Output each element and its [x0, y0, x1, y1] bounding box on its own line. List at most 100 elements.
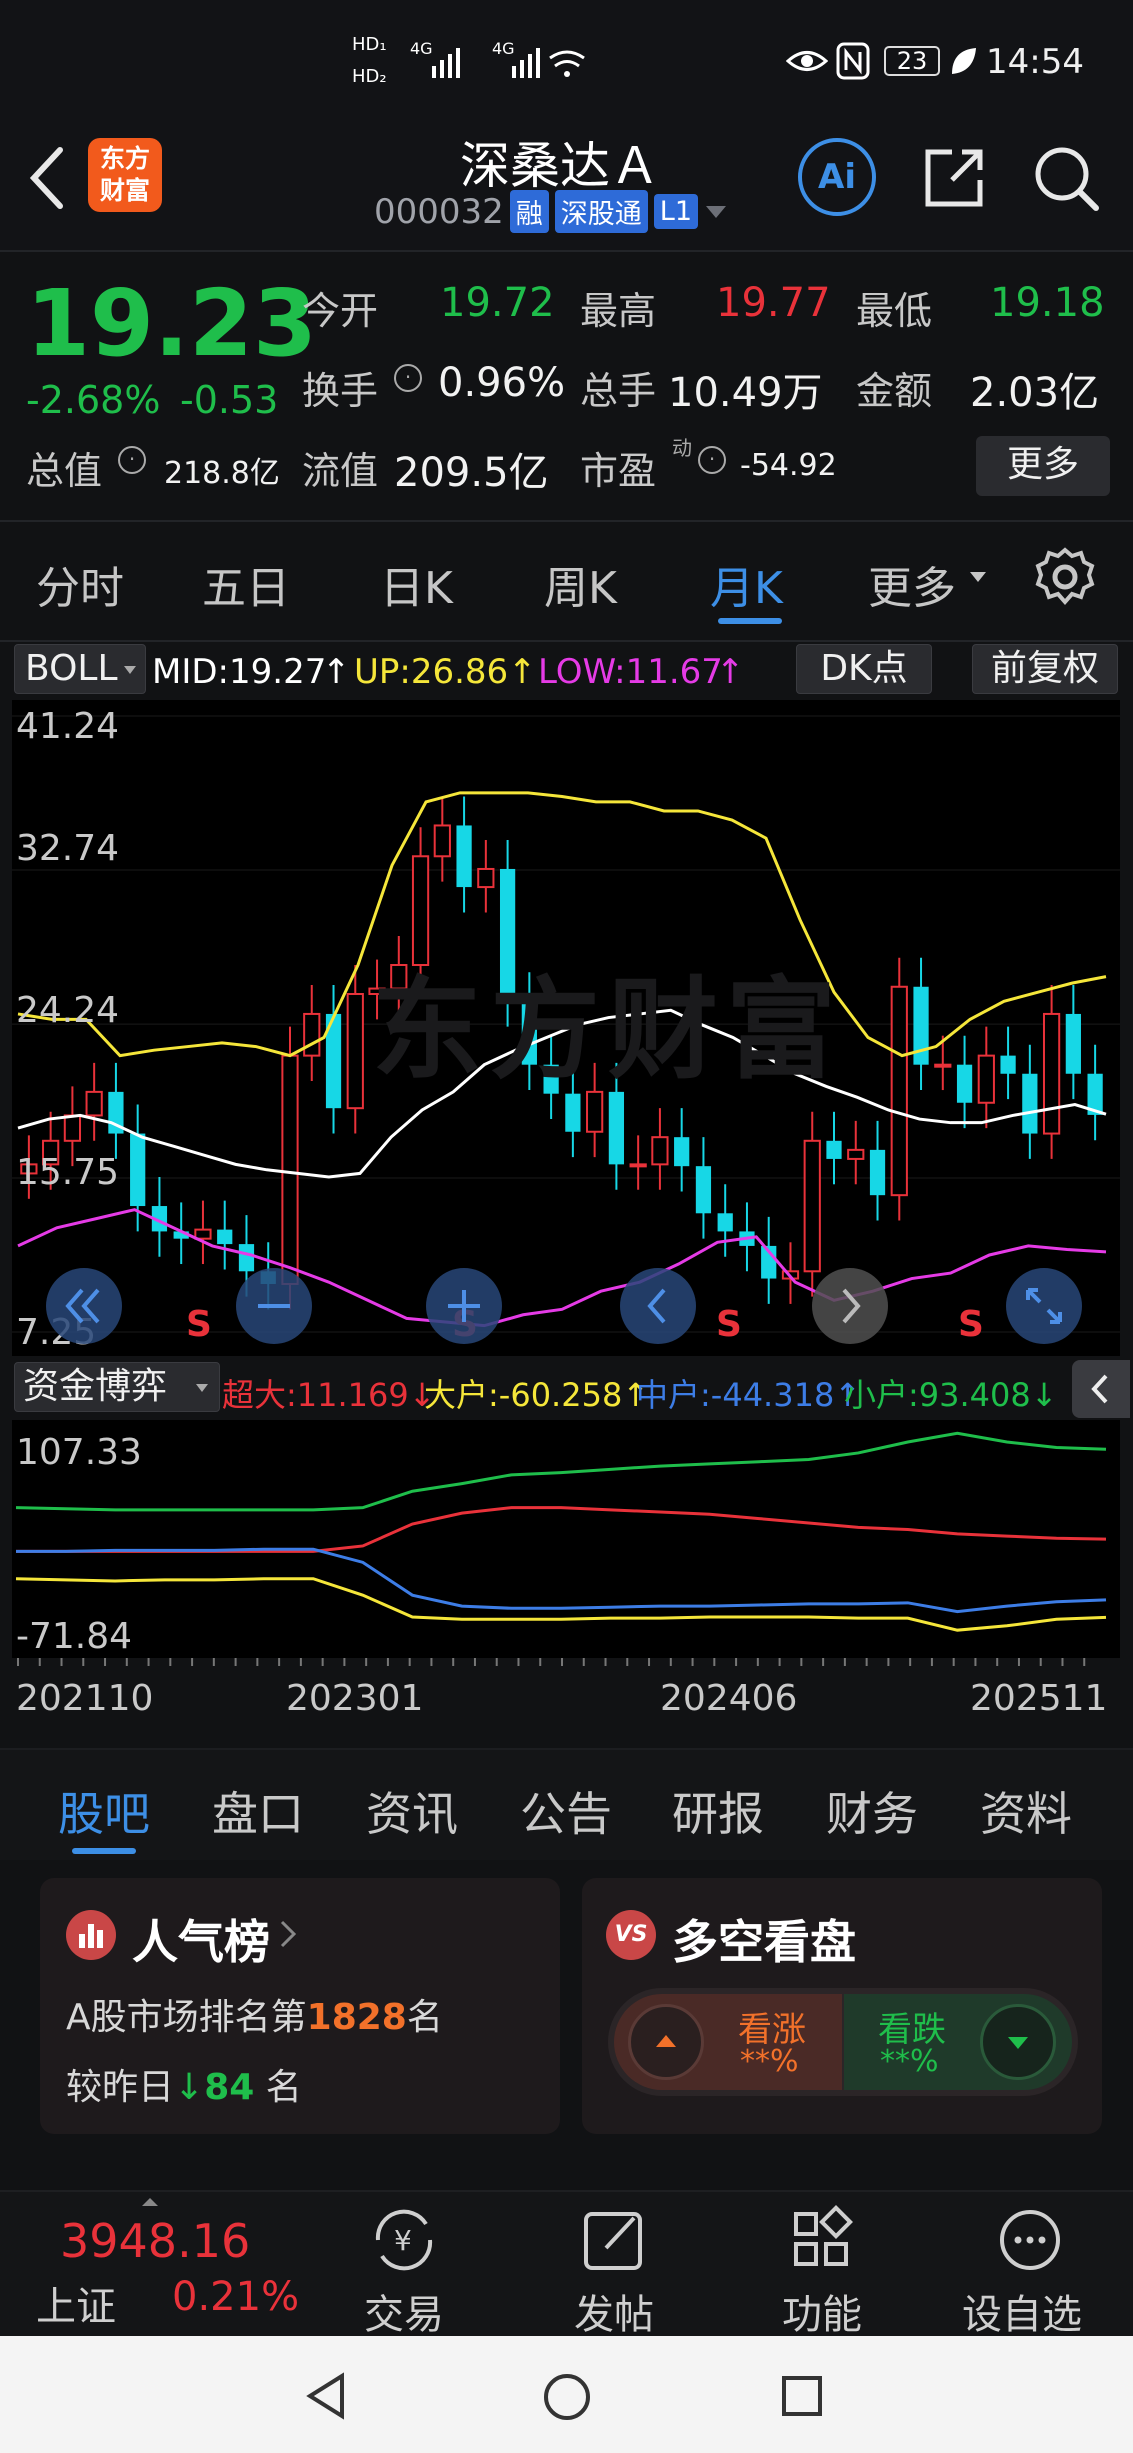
bear-vote-button[interactable]: 看跌 **% [844, 1994, 1072, 2090]
pe-value: -54.92 [740, 448, 837, 483]
index-name[interactable]: 上证 [36, 2274, 116, 2332]
tab-announcements[interactable]: 公告 [520, 1778, 612, 1844]
indicator-selector[interactable]: BOLL [14, 644, 146, 694]
bull-vote-button[interactable]: 看涨 **% [614, 1994, 842, 2090]
open-label: 今开 [302, 289, 379, 333]
minus-icon [258, 1304, 290, 1308]
hd2-badge: HD₂ [352, 66, 387, 87]
tab-more[interactable]: 更多 [868, 552, 956, 616]
indicator-row: BOLL MID:19.27 ↑ UP:26.86 ↑ LOW:11.67 ↑ … [0, 642, 1133, 700]
index-value[interactable]: 3948.16 [60, 2214, 250, 2268]
rank-change-value: 84 [204, 2067, 255, 2108]
more-button[interactable]: 更多 [976, 436, 1110, 496]
k-line-chart[interactable]: 东方财富 41.24 32.74 24.24 15.75 7.25 S S S … [12, 700, 1120, 1356]
candle-body [281, 1054, 299, 1285]
candle-body [803, 1139, 821, 1273]
info-icon[interactable]: · [118, 446, 146, 474]
battery-icon: 23 [884, 46, 940, 76]
adjust-price-button[interactable]: 前复权 [972, 644, 1118, 694]
tab-news[interactable]: 资讯 [366, 1778, 458, 1844]
dk-point-button[interactable]: DK点 [796, 644, 932, 694]
dropdown-triangle-icon [124, 666, 136, 674]
down-triangle-icon [980, 2004, 1056, 2080]
share-icon[interactable] [922, 144, 988, 210]
candle-body [869, 1149, 886, 1196]
chart-badge-icon [66, 1910, 116, 1960]
dropdown-triangle-icon[interactable] [704, 204, 728, 220]
more-dots-icon [1000, 2210, 1060, 2270]
candle-body [130, 1133, 146, 1207]
scroll-right-button[interactable] [812, 1268, 888, 1344]
info-icon[interactable]: · [394, 364, 422, 392]
candle-body [194, 1228, 212, 1240]
margin-tag: 融 [509, 190, 549, 233]
date-tick: 202301 [286, 1678, 424, 1719]
date-axis: 202110 202301 202406 202511 [12, 1658, 1120, 1748]
nav-add-watchlist[interactable]: 设自选 [958, 2200, 1104, 2338]
tab-financials[interactable]: 财务 [826, 1778, 918, 1844]
price-axis-tick: 15.75 [16, 1152, 120, 1193]
collapse-panel-button[interactable] [1072, 1360, 1130, 1418]
turnover-label: 换手 [302, 369, 379, 413]
tab-profile[interactable]: 资料 [980, 1778, 1072, 1844]
index-change[interactable]: 0.21% [172, 2274, 299, 2320]
tab-monthly-k[interactable]: 月K [710, 552, 783, 616]
tab-intraday[interactable]: 分时 [36, 552, 124, 616]
sell-marker: S [716, 1304, 742, 1345]
dropdown-triangle-icon [970, 572, 986, 582]
nav-functions[interactable]: 功能 [770, 2200, 874, 2338]
zoom-in-button[interactable] [426, 1268, 502, 1344]
date-axis-ticks [17, 1658, 1086, 1666]
tab-weekly-k[interactable]: 周K [544, 552, 617, 616]
tab-five-day[interactable]: 五日 [202, 552, 290, 616]
candle-body [717, 1213, 733, 1232]
grid-icon [794, 2205, 853, 2266]
last-price: 19.23 [26, 270, 318, 377]
fund-indicator-selector[interactable]: 资金博弈 [14, 1362, 220, 1412]
bear-value: **% [880, 2044, 939, 2079]
ai-button[interactable]: Ai [798, 138, 876, 216]
bottom-nav: 3948.16 上证 0.21% ¥ 交易 发帖 功能 设自选 [0, 2190, 1133, 2338]
candle-body [695, 1166, 712, 1214]
fund-small-value: 小户:93.408↓ [844, 1376, 1058, 1414]
tab-research[interactable]: 研报 [672, 1778, 764, 1844]
tab-guba[interactable]: 股吧 [58, 1778, 150, 1844]
date-tick: 202511 [970, 1678, 1108, 1719]
fund-axis-tick: 107.33 [16, 1432, 142, 1473]
candle-body [651, 1136, 669, 1166]
candle-body [433, 824, 451, 858]
nav-trade[interactable]: ¥ 交易 [352, 2200, 456, 2338]
gear-icon[interactable] [1034, 546, 1096, 608]
recents-square-icon[interactable] [780, 2374, 824, 2418]
home-circle-icon[interactable] [542, 2372, 592, 2422]
popularity-card[interactable]: 人气榜 A股市场排名第1828名 较昨日↓84 名 [40, 1878, 560, 2134]
sentiment-card[interactable]: VS 多空看盘 看涨 **% 看跌 **% [582, 1878, 1102, 2134]
fund-flow-chart[interactable]: 107.33 -71.84 [12, 1420, 1120, 1658]
nav-post[interactable]: 发帖 [562, 2200, 666, 2338]
change-percent: -2.68% [26, 378, 161, 422]
zoom-out-button[interactable] [236, 1268, 312, 1344]
price-axis-tick: 24.24 [16, 990, 120, 1031]
date-tick: 202406 [660, 1678, 798, 1719]
stock-name: 深桑达Ａ [460, 137, 660, 195]
rank-value: 1828 [306, 1997, 407, 2038]
eastmoney-logo[interactable]: 东方 财富 [88, 138, 162, 212]
chevron-left-icon [1091, 1374, 1108, 1404]
search-icon[interactable] [1032, 144, 1102, 214]
candle-body [1042, 1012, 1061, 1135]
info-icon[interactable]: · [698, 446, 726, 474]
stock-code: 000032 [374, 191, 504, 232]
candle-body [826, 1140, 842, 1159]
leaf-icon [952, 48, 976, 74]
chevron-left-icon [647, 1288, 666, 1324]
collapse-up-icon[interactable] [140, 2196, 160, 2208]
back-triangle-icon[interactable] [304, 2372, 348, 2420]
scroll-left-fast-button[interactable] [46, 1268, 122, 1344]
low-label: 最低 [856, 289, 933, 333]
turnover-value: 0.96% [438, 360, 566, 406]
tab-order-book[interactable]: 盘口 [212, 1778, 304, 1844]
back-arrow-icon[interactable] [26, 146, 66, 210]
tab-daily-k[interactable]: 日K [380, 552, 453, 616]
fullscreen-button[interactable] [1006, 1268, 1082, 1344]
scroll-left-button[interactable] [620, 1268, 696, 1344]
